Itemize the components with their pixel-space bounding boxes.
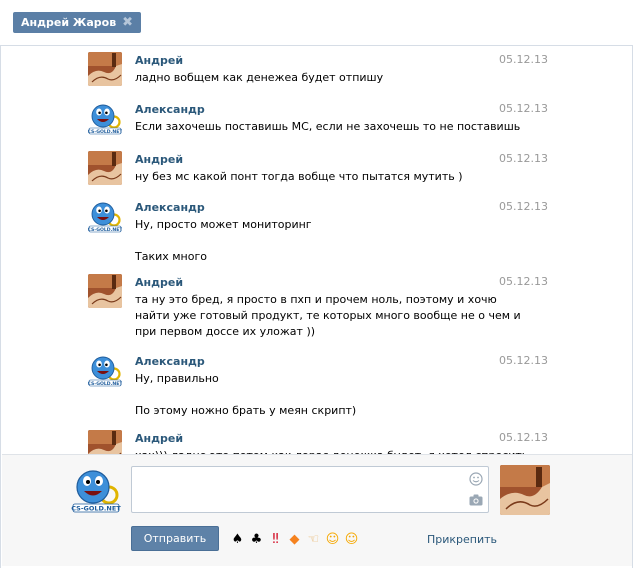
message-text: ну без мс какой понт тогда вобще что пыт… — [135, 170, 463, 183]
top-bar: Андрей Жаров ✖ — [0, 0, 633, 46]
chat-tab[interactable]: Андрей Жаров ✖ — [13, 12, 142, 33]
attach-link[interactable]: Прикрепить — [427, 533, 497, 546]
club-emoji-icon[interactable]: ♣ — [249, 532, 264, 547]
diamond-emoji-icon[interactable]: ◆ — [287, 532, 302, 547]
smile-icon[interactable] — [469, 472, 483, 486]
message-author[interactable]: Андрей — [135, 153, 183, 166]
spade-emoji-icon[interactable]: ♠ — [230, 532, 245, 547]
message-text: та ну это бред, я просто в пхп и прочем … — [135, 293, 497, 306]
my-avatar: CS-GOLD.NET — [71, 465, 121, 515]
avatar[interactable]: CS-GOLD.NET — [88, 199, 122, 233]
message-author[interactable]: Андрей — [135, 276, 183, 289]
message-author[interactable]: Александр — [135, 201, 205, 214]
chat-tab-title: Андрей Жаров — [21, 16, 117, 29]
message-input-box[interactable] — [131, 466, 489, 513]
message-date: 05.12.13 — [499, 431, 548, 444]
message-text: найти уже готовый продукт, те которых мн… — [135, 309, 521, 322]
send-button[interactable]: Отправить — [131, 526, 219, 551]
avatar[interactable] — [88, 430, 122, 454]
avatar[interactable] — [88, 52, 122, 86]
blush-emoji-icon[interactable]: ☺ — [344, 532, 359, 547]
message-text: По этому ножно брать у меян скрипт) — [135, 404, 357, 417]
message-date: 05.12.13 — [499, 53, 548, 66]
message-date: 05.12.13 — [499, 200, 548, 213]
message-date: 05.12.13 — [499, 275, 548, 288]
message-text: Если захочешь поставишь МС, если не захо… — [135, 120, 521, 133]
dialog-frame: Андрей 05.12.13 ладно вобщем как денежеа б… — [0, 46, 633, 568]
message-author[interactable]: Александр — [135, 103, 205, 116]
avatar[interactable] — [88, 151, 122, 185]
message-text: Ну, просто может мониторинг — [135, 218, 312, 231]
message-text: при первом доссе их уложат )) — [135, 325, 316, 338]
message-date: 05.12.13 — [499, 354, 548, 367]
message-author[interactable]: Андрей — [135, 54, 183, 67]
message-input[interactable] — [132, 467, 488, 512]
double-exclamation-emoji-icon[interactable]: ‼ — [268, 532, 283, 547]
avatar[interactable] — [88, 274, 122, 308]
emoji-shortcuts: ♠ ♣ ‼ ◆ ☜ ☺ ☺ — [230, 530, 359, 548]
message-text: Ну, правильно — [135, 372, 219, 385]
svg-text:CS-GOLD.NET: CS-GOLD.NET — [88, 381, 122, 387]
close-icon[interactable]: ✖ — [122, 16, 133, 29]
avatar[interactable]: CS-GOLD.NET — [88, 101, 122, 135]
message-text: Таких много — [135, 250, 207, 263]
svg-text:CS-GOLD.NET: CS-GOLD.NET — [71, 505, 121, 513]
smile-emoji-icon[interactable]: ☺ — [325, 532, 340, 547]
pointing-hand-emoji-icon[interactable]: ☜ — [306, 532, 321, 547]
avatar[interactable]: CS-GOLD.NET — [88, 353, 122, 387]
message-date: 05.12.13 — [499, 102, 548, 115]
message-author[interactable]: Андрей — [135, 432, 183, 445]
composer: CS-GOLD.NET Отправить ♠ ♣ ‼ ◆ ☜ ☺ ☺ Прик… — [2, 454, 632, 566]
svg-text:CS-GOLD.NET: CS-GOLD.NET — [88, 227, 122, 233]
partner-avatar[interactable] — [500, 465, 550, 515]
message-date: 05.12.13 — [499, 152, 548, 165]
message-author[interactable]: Александр — [135, 355, 205, 368]
svg-text:CS-GOLD.NET: CS-GOLD.NET — [88, 129, 122, 135]
message-text: ладно вобщем как денежеа будет отпишу — [135, 71, 384, 84]
message-list[interactable]: Андрей 05.12.13 ладно вобщем как денежеа б… — [2, 46, 632, 454]
camera-icon[interactable] — [469, 494, 483, 506]
